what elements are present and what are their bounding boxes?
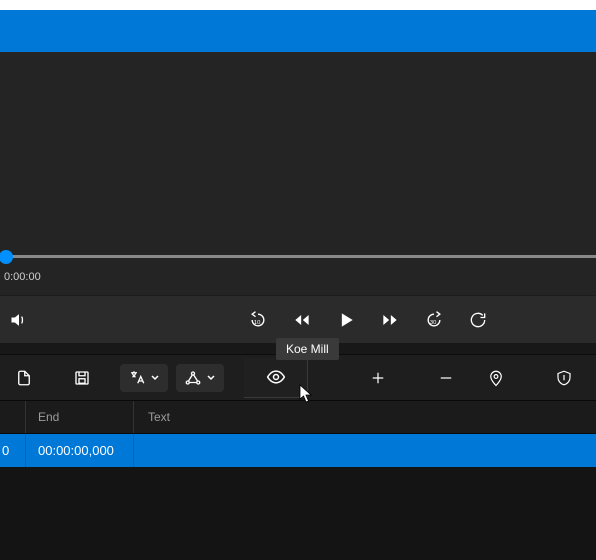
- save-icon: [73, 369, 91, 387]
- col-text-header: Text: [134, 401, 596, 433]
- volume-icon: [9, 310, 29, 330]
- network-icon: [184, 369, 202, 387]
- minus-icon: [437, 369, 455, 387]
- volume-button[interactable]: [6, 307, 32, 333]
- location-pin-icon: [487, 369, 505, 387]
- window-chrome-top: [0, 0, 596, 10]
- table-empty-area: [0, 467, 596, 560]
- svg-text:10: 10: [254, 320, 261, 326]
- add-subtitle-button[interactable]: [344, 355, 412, 401]
- progress-area: 0:00:00: [0, 247, 596, 295]
- rewind-icon: [292, 310, 312, 330]
- progress-thumb[interactable]: [0, 250, 13, 264]
- mark-out-button[interactable]: [530, 355, 596, 401]
- rewind-button[interactable]: [289, 307, 315, 333]
- col-end-header: End: [26, 401, 134, 433]
- plus-icon: [369, 369, 387, 387]
- file-open-icon: [15, 369, 33, 387]
- chevron-down-icon: [206, 373, 216, 383]
- replay-button[interactable]: [465, 307, 491, 333]
- play-button[interactable]: [333, 307, 359, 333]
- play-icon: [336, 310, 356, 330]
- table-row[interactable]: 0 00:00:00,000: [0, 434, 596, 467]
- replay-icon: [468, 310, 488, 330]
- visibility-toggle[interactable]: [244, 358, 308, 398]
- progress-track[interactable]: [6, 255, 596, 258]
- skip-forward-30-button[interactable]: 30: [421, 307, 447, 333]
- cell-end[interactable]: 00:00:00,000: [26, 434, 134, 467]
- translate-dropdown[interactable]: [120, 364, 168, 392]
- mark-in-button[interactable]: [462, 355, 530, 401]
- col-start-header: [0, 401, 26, 433]
- cell-start[interactable]: 0: [0, 434, 26, 467]
- network-dropdown[interactable]: [176, 364, 224, 392]
- open-file-button[interactable]: [0, 355, 48, 401]
- tooltip: Koe Mill: [276, 338, 339, 360]
- subtitle-toolbar: [0, 355, 596, 401]
- translate-icon: [128, 369, 146, 387]
- svg-text:30: 30: [430, 320, 437, 326]
- fast-forward-icon: [380, 310, 400, 330]
- title-bar: [0, 10, 596, 52]
- fast-forward-button[interactable]: [377, 307, 403, 333]
- chevron-down-icon: [150, 373, 160, 383]
- skip-back-10-icon: 10: [248, 310, 268, 330]
- eye-icon: [266, 367, 286, 387]
- shield-icon: [555, 369, 573, 387]
- save-button[interactable]: [48, 355, 116, 401]
- subtitle-table-header: End Text: [0, 401, 596, 434]
- player-controls: 10 30: [0, 295, 596, 343]
- skip-back-10-button[interactable]: 10: [245, 307, 271, 333]
- video-preview: [0, 52, 596, 247]
- current-time: 0:00:00: [4, 271, 41, 283]
- skip-forward-30-icon: 30: [424, 310, 444, 330]
